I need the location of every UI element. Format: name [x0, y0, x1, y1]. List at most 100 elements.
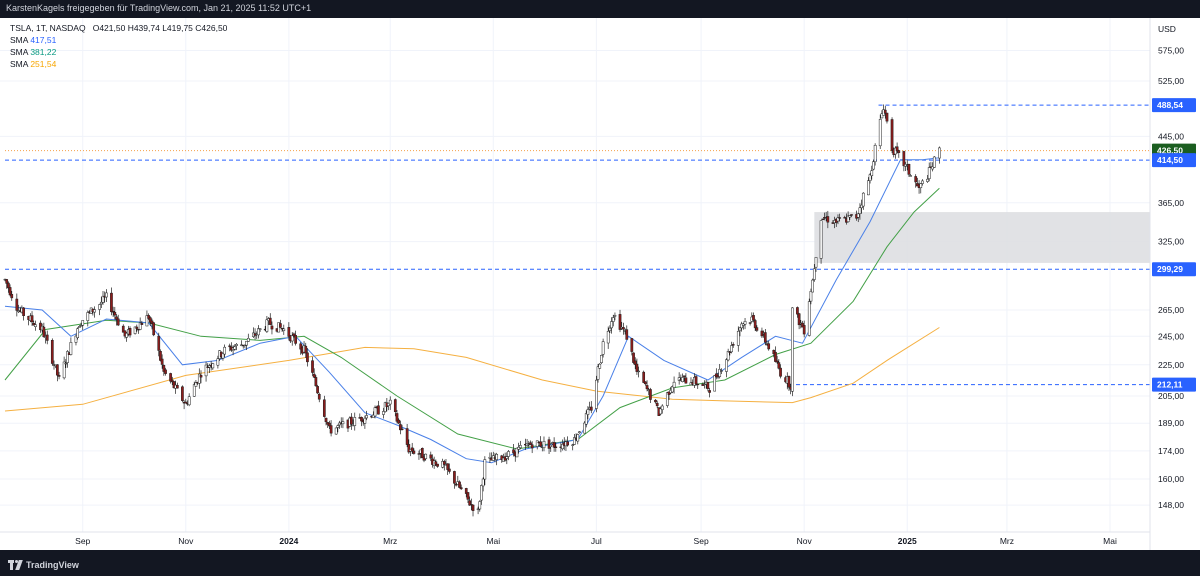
- price-axis[interactable]: [1150, 18, 1200, 550]
- candle-body: [128, 328, 132, 336]
- candle-body: [547, 439, 551, 449]
- ma-2-value: 381,22: [30, 47, 57, 57]
- candle-body: [458, 481, 461, 488]
- candle-body: [791, 307, 794, 392]
- candle-body: [902, 151, 906, 167]
- candle-body: [228, 345, 232, 348]
- candle-body: [552, 442, 556, 448]
- candle-body: [672, 381, 676, 388]
- candle-body: [826, 216, 830, 223]
- candle-body: [713, 375, 716, 392]
- candle-body: [518, 445, 522, 449]
- candle-body: [5, 279, 9, 284]
- ma-3-value: 251,54: [30, 59, 57, 69]
- candle-body: [268, 317, 272, 325]
- candle-body: [211, 363, 215, 369]
- candle-body: [448, 468, 451, 472]
- candle-body: [350, 416, 353, 425]
- chart-legend: TSLA, 1T, NASDAQ O421,50 H439,74 L419,75…: [10, 22, 227, 70]
- tradingview-logo[interactable]: TradingView: [8, 560, 79, 570]
- candle-body: [529, 442, 532, 445]
- candle-body: [584, 413, 588, 425]
- candle-body: [34, 324, 37, 327]
- y-tick-label: 365,00: [1158, 198, 1184, 208]
- candle-body: [856, 213, 860, 218]
- candle-body: [583, 422, 586, 434]
- candle-body: [914, 176, 918, 183]
- candle-body: [405, 428, 409, 445]
- candle-body: [872, 161, 875, 170]
- candle-body: [157, 335, 161, 351]
- candle-body: [535, 440, 539, 447]
- candle-body: [98, 304, 101, 310]
- y-tick-label: 225,00: [1158, 360, 1184, 370]
- chart-area[interactable]: USD 575,00 525,00 445,00 365,00 325,00 265,00 2…: [0, 18, 1200, 550]
- candle-body: [341, 421, 345, 425]
- candle-body: [290, 335, 294, 342]
- candle-body: [329, 425, 333, 434]
- candle-body: [270, 325, 274, 330]
- candle-body: [706, 382, 710, 389]
- candle-body: [322, 399, 326, 417]
- candle-body: [164, 369, 167, 374]
- candle-body: [446, 463, 450, 470]
- candle-body: [246, 338, 250, 342]
- candle-body: [480, 485, 483, 501]
- candle-body: [730, 345, 733, 353]
- y-tick-label: 205,00: [1158, 391, 1184, 401]
- candle-body: [393, 399, 397, 413]
- candle-body: [838, 217, 842, 219]
- y-tick-label: 325,00: [1158, 237, 1184, 247]
- candle-body: [850, 214, 853, 216]
- candle-body: [353, 417, 357, 426]
- candle-body: [878, 119, 882, 147]
- candle-body: [890, 119, 894, 151]
- candle-body: [478, 501, 482, 510]
- ma-row-1[interactable]: SMA 417,51: [10, 34, 227, 46]
- candle-body: [388, 399, 392, 405]
- candle-body: [483, 459, 487, 480]
- candle-body: [812, 268, 816, 280]
- candle-body: [152, 322, 156, 336]
- candle-body: [861, 192, 865, 207]
- candle-body: [62, 361, 66, 379]
- candle-body: [748, 322, 752, 324]
- candle-body: [336, 425, 340, 428]
- candle-body: [907, 163, 911, 175]
- ma-row-3[interactable]: SMA 251,54: [10, 58, 227, 70]
- candle-body: [223, 346, 226, 355]
- candle-body: [843, 217, 847, 219]
- candle-body: [811, 279, 814, 293]
- candle-body: [873, 145, 877, 163]
- candle-body: [718, 368, 722, 377]
- candle-body: [596, 366, 600, 380]
- candle-body: [622, 327, 625, 330]
- candle-body: [187, 396, 191, 406]
- candle-body: [926, 178, 929, 182]
- candle-body: [184, 401, 188, 404]
- y-tick-label: 525,00: [1158, 76, 1184, 86]
- symbol-row[interactable]: TSLA, 1T, NASDAQ O421,50 H439,74 L419,75…: [10, 22, 227, 34]
- candle-body: [235, 344, 238, 346]
- candle-body: [642, 371, 646, 383]
- y-tick-label: 445,00: [1158, 131, 1184, 141]
- candle-body: [160, 358, 164, 365]
- x-tick-label: Sep: [694, 536, 709, 546]
- candle-body: [453, 471, 456, 484]
- candle-body: [814, 257, 818, 268]
- top-bar: KarstenKagels freigegeben für TradingVie…: [0, 0, 1200, 18]
- candle-body: [8, 287, 12, 296]
- ma-row-2[interactable]: SMA 381,22: [10, 46, 227, 58]
- price-chart[interactable]: USD 575,00 525,00 445,00 365,00 325,00 265,00 2…: [0, 18, 1200, 550]
- ma-1-label: SMA: [10, 35, 28, 45]
- candle-body: [424, 453, 428, 459]
- candle-body: [181, 386, 184, 401]
- y-tick-label: 160,00: [1158, 474, 1184, 484]
- candle-body: [576, 434, 580, 442]
- ma-1-value: 417,51: [30, 35, 57, 45]
- candle-body: [56, 364, 59, 376]
- candle-body: [566, 441, 569, 446]
- candle-body: [311, 360, 314, 373]
- x-tick-label: 2025: [898, 536, 917, 546]
- candle-body: [105, 292, 108, 298]
